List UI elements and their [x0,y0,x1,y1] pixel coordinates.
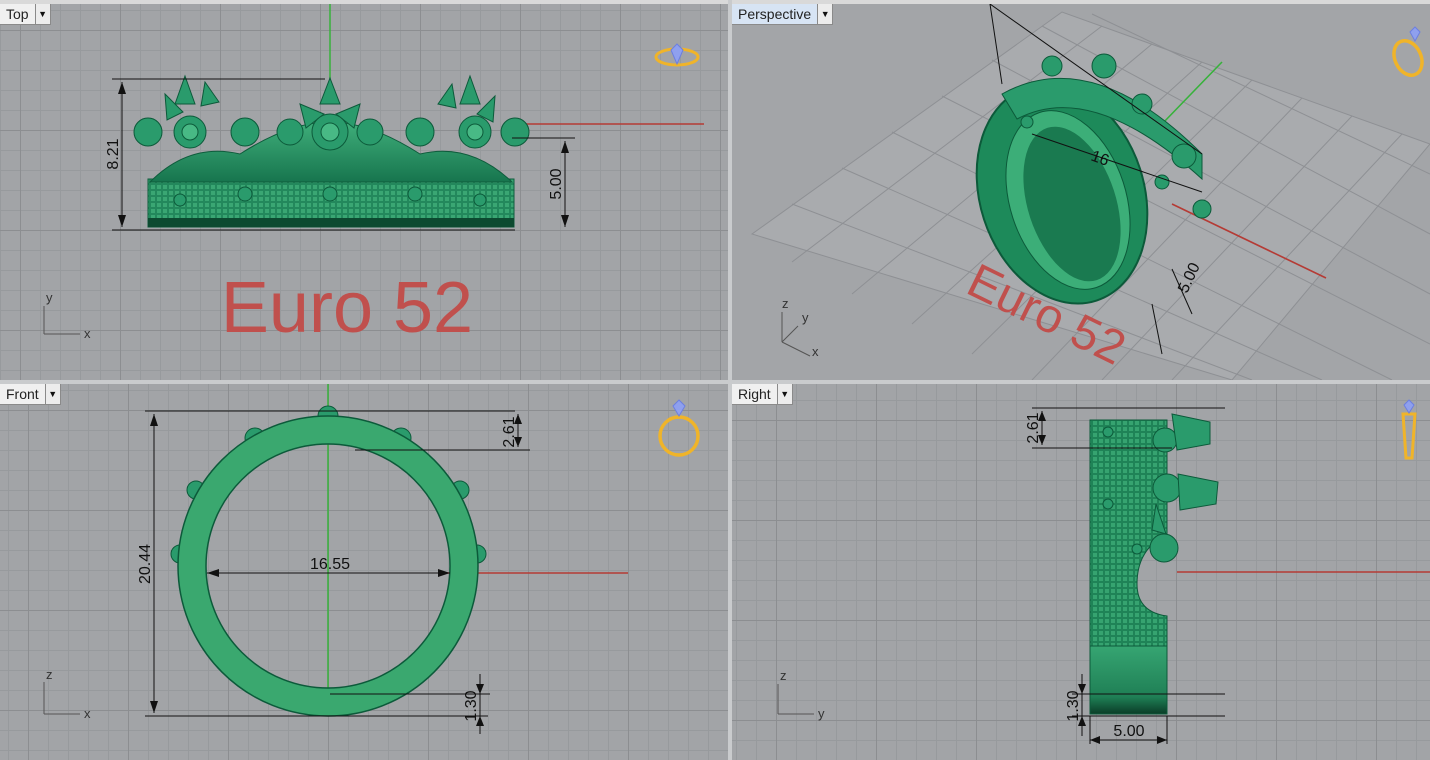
dim-top: 2.61 [501,416,518,447]
dim-inner: 16.55 [310,556,350,573]
viewport-right[interactable]: Right ▼ 2.61 1.30 5.00 z y [732,384,1430,760]
viewport-splitter-horizontal[interactable] [0,380,1430,384]
axis-triad-icon: z x [43,667,91,721]
viewport-title: Right [738,386,771,402]
viewport-front[interactable]: Front ▼ 20.44 16.55 2.61 1.30 z x [0,384,728,760]
dim-height: 20.44 [137,544,154,584]
ring-gizmo-icon[interactable] [1388,24,1428,80]
svg-text:z: z [46,667,53,682]
dim-bottom: 1.30 [1065,690,1082,721]
ring-gizmo-icon[interactable] [652,42,702,72]
dropdown-arrow-icon[interactable]: ▼ [776,384,792,404]
right-view-scene: 2.61 1.30 5.00 z y [777,407,1430,744]
watermark-text: Euro 52 [221,268,473,348]
dropdown-arrow-icon[interactable]: ▼ [44,384,60,404]
svg-text:x: x [812,344,819,359]
perspective-view-scene: 5.00 16 Euro 52 z y x [750,4,1430,380]
svg-text:y: y [818,706,825,721]
viewport-title: Top [6,6,29,22]
viewport-top[interactable]: Top ▼ 8.21 5.00 Euro 52 y x [0,4,728,380]
dropdown-arrow-icon[interactable]: ▼ [34,4,50,24]
dim-band: 5.00 [548,168,565,199]
viewport-label-top[interactable]: Top ▼ [0,4,51,25]
axis-triad-icon: z y [777,668,825,721]
svg-text:y: y [802,310,809,325]
svg-text:y: y [46,290,53,305]
dim-top: 2.61 [1025,412,1042,443]
viewport-label-front[interactable]: Front ▼ [0,384,61,405]
dropdown-arrow-icon[interactable]: ▼ [817,4,833,24]
dim-height: 8.21 [105,138,122,169]
viewport-perspective[interactable]: Perspective ▼ 5.00 16 Euro 52 z y x [732,4,1430,380]
viewport-label-right[interactable]: Right ▼ [732,384,793,405]
dim-bottom: 1.30 [463,690,480,721]
viewport-label-perspective[interactable]: Perspective ▼ [732,4,834,25]
ring-gizmo-icon[interactable] [1396,396,1422,464]
dim-width: 5.00 [1113,723,1144,740]
axis-triad-icon: y x [43,290,91,341]
ring-gizmo-icon[interactable] [656,398,702,460]
viewport-title: Perspective [738,6,812,22]
axis-triad-icon: z y x [781,296,819,359]
viewport-title: Front [6,386,39,402]
svg-text:z: z [780,668,787,683]
svg-text:x: x [84,326,91,341]
svg-text:z: z [782,296,789,311]
front-view-scene: 20.44 16.55 2.61 1.30 z x [43,384,628,734]
svg-text:x: x [84,706,91,721]
top-view-scene: 8.21 5.00 Euro 52 y x [43,4,704,348]
